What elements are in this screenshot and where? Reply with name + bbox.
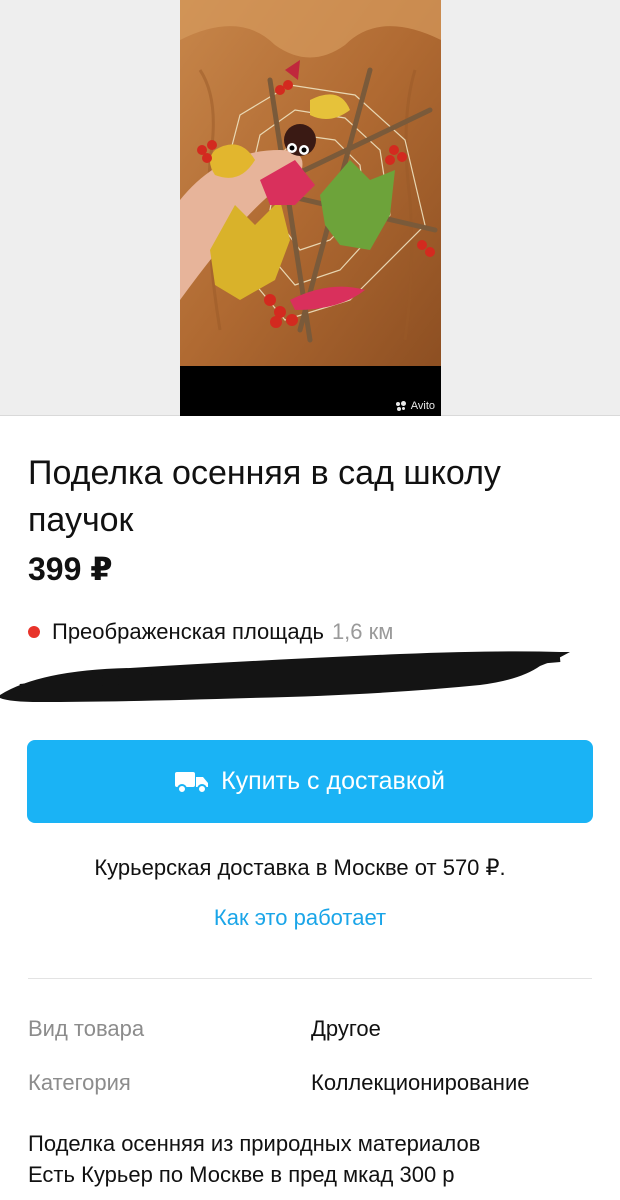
spider-craft-image	[180, 0, 441, 416]
param-value: Коллекционирование	[311, 1070, 530, 1095]
avito-watermark: Avito	[395, 400, 435, 412]
listing-photo[interactable]: Avito	[180, 0, 441, 416]
metro-line-icon	[28, 626, 40, 638]
buy-button-label: Купить с доставкой	[221, 767, 445, 795]
param-value: Другое	[311, 1016, 381, 1041]
photo-gallery[interactable]: Avito	[0, 0, 620, 416]
listing-description: Поделка осенняя из природных материалов …	[28, 1128, 608, 1190]
redaction-scribble	[0, 651, 570, 702]
param-key: Вид товара	[28, 1016, 145, 1041]
how-it-works-link[interactable]: Как это работает	[0, 905, 600, 931]
param-key: Категория	[28, 1070, 131, 1095]
description-line: Есть Курьер по Москве в пред мкад 300 р	[28, 1162, 455, 1187]
avito-logo-icon	[395, 401, 408, 411]
param-row-item-type: Вид товара Другое	[28, 1016, 608, 1042]
delivery-note: Курьерская доставка в Москве от 570 ₽.	[94, 855, 506, 880]
truck-icon	[175, 771, 209, 794]
description-line: Поделка осенняя из природных материалов	[28, 1131, 481, 1156]
watermark-text: Avito	[410, 400, 435, 412]
buy-with-delivery-button[interactable]: Купить с доставкой	[27, 740, 593, 823]
listing-title: Поделка осенняя в сад школу паучок	[28, 454, 501, 539]
section-divider	[28, 978, 592, 979]
param-row-category: Категория Коллекционирование	[28, 1070, 608, 1096]
listing-price: 399 ₽	[28, 551, 113, 587]
